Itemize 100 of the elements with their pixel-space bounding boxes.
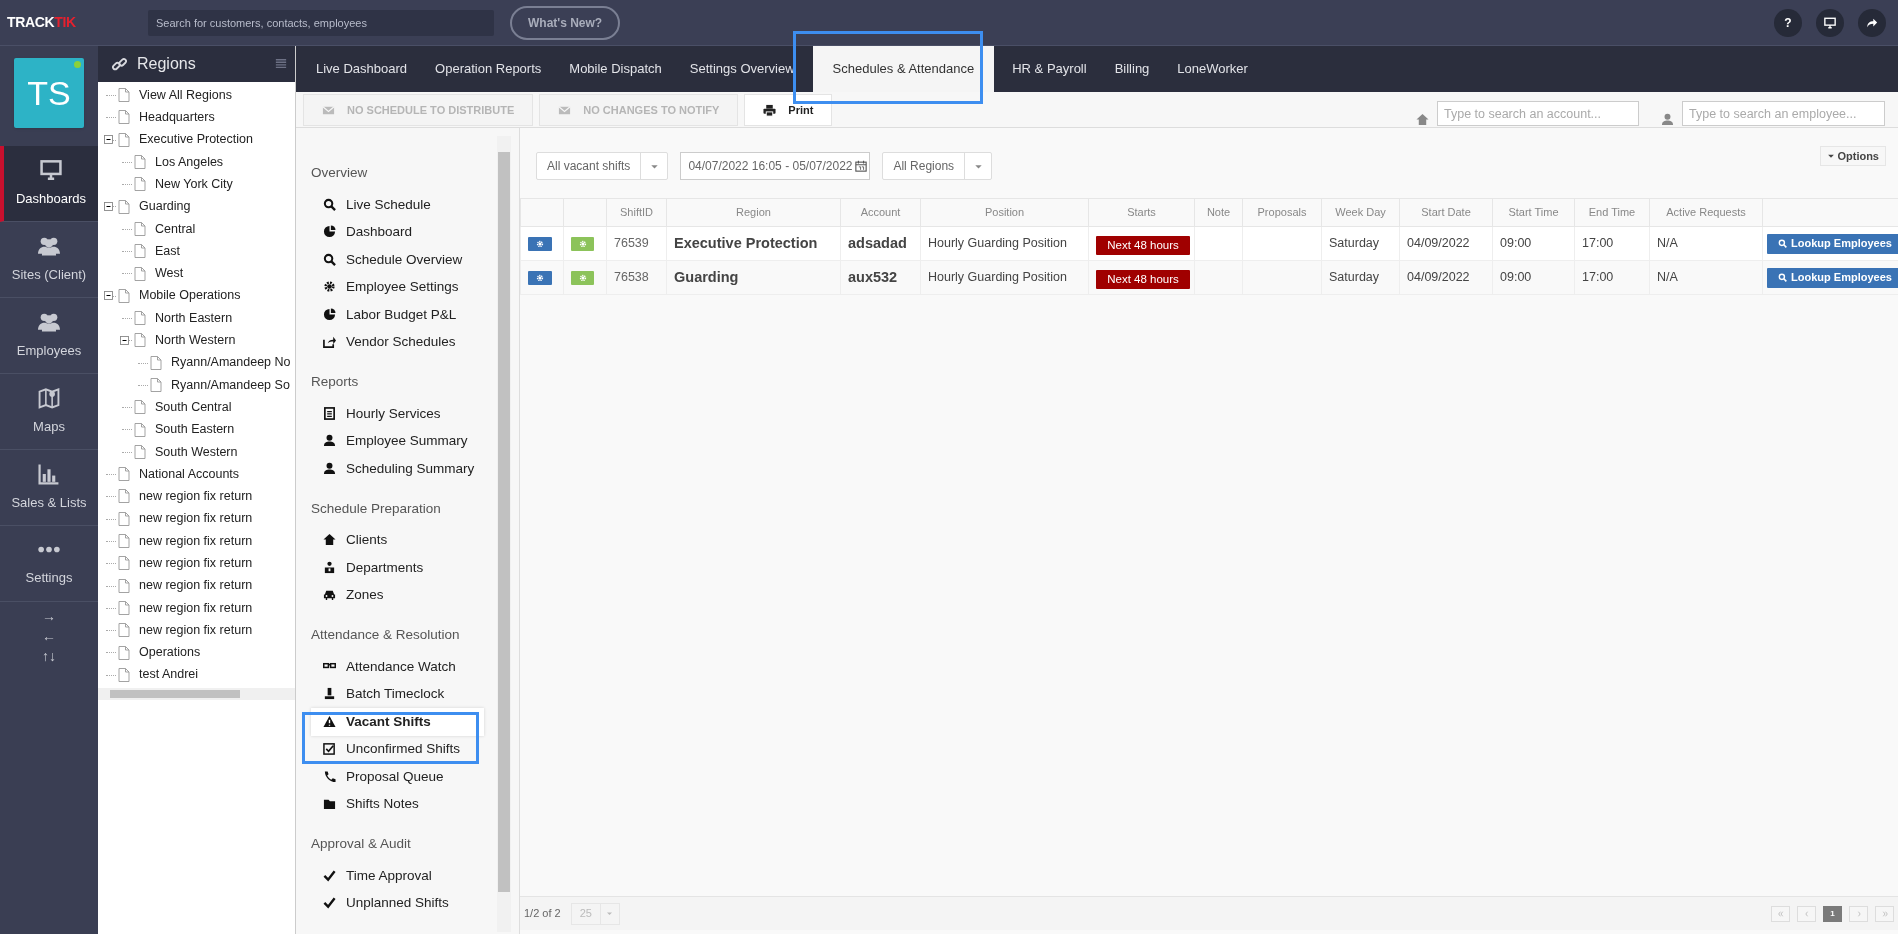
last-page-button[interactable]: [1875, 905, 1894, 922]
tree-item[interactable]: new region fix return: [139, 554, 253, 573]
tab[interactable]: HR & Payroll: [998, 46, 1101, 92]
tree-item[interactable]: South Eastern: [155, 420, 235, 439]
column-header[interactable]: Region: [666, 198, 841, 227]
first-page-button[interactable]: [1771, 905, 1790, 922]
tree-item[interactable]: Central: [155, 219, 196, 239]
next-page-button[interactable]: [1849, 905, 1868, 922]
menu-item[interactable]: Batch Timeclock: [311, 680, 484, 708]
menu-item[interactable]: Labor Budget P&L: [311, 301, 484, 329]
search-icon: [323, 197, 336, 211]
menu-item[interactable]: Unconfirmed Shifts: [311, 735, 484, 763]
monitor-button[interactable]: [1816, 8, 1844, 37]
menu-item[interactable]: Vendor Schedules: [311, 328, 484, 356]
tree-item[interactable]: Ryann/Amandeep So: [171, 375, 290, 395]
menu-item[interactable]: Zones: [311, 581, 484, 609]
nav-item[interactable]: Dashboards: [0, 146, 98, 222]
menu-item[interactable]: Attendance Watch: [311, 653, 484, 681]
help-button[interactable]: ?: [1774, 8, 1802, 37]
column-header[interactable]: Starts: [1088, 198, 1195, 227]
column-header[interactable]: End Time: [1574, 198, 1650, 227]
menu-item[interactable]: Scheduling Summary: [311, 455, 484, 483]
tab[interactable]: LoneWorker: [1163, 46, 1262, 92]
tree-item[interactable]: new region fix return: [139, 531, 253, 551]
tree-item[interactable]: South Western: [155, 442, 238, 462]
lookup-employees-button[interactable]: Lookup Employees: [1767, 267, 1898, 288]
tree-item[interactable]: North Western: [155, 331, 236, 350]
menu-item[interactable]: Shifts Notes: [311, 790, 484, 818]
arrow-button[interactable]: ↑↓: [42, 646, 56, 666]
tab[interactable]: Live Dashboard: [302, 46, 422, 92]
column-header[interactable]: Proposals: [1242, 198, 1322, 227]
menu-item[interactable]: Clients: [311, 526, 484, 554]
previous-page-button[interactable]: [1797, 905, 1816, 922]
column-header[interactable]: Note: [1194, 198, 1243, 227]
arrow-button[interactable]: →: [42, 606, 56, 626]
column-header[interactable]: ShiftID: [606, 198, 667, 227]
column-header[interactable]: Position: [920, 198, 1089, 227]
tree-item[interactable]: Headquarters: [139, 108, 215, 127]
tree-item[interactable]: Executive Protection: [139, 130, 253, 150]
column-header[interactable]: Active Requests: [1649, 198, 1763, 227]
tree-item[interactable]: Mobile Operations: [139, 286, 241, 306]
tree-item[interactable]: new region fix return: [139, 487, 253, 506]
tab[interactable]: Mobile Dispatch: [555, 46, 676, 92]
tab[interactable]: Schedules & Attendance: [812, 46, 995, 92]
document-icon: [133, 400, 147, 415]
tree-item[interactable]: new region fix return: [139, 598, 253, 618]
menu-item[interactable]: Time Approval: [311, 862, 484, 890]
tree-item[interactable]: South Central: [155, 397, 232, 417]
tree-item[interactable]: New York City: [155, 174, 233, 194]
tree-item[interactable]: Ryann/Amandeep No: [171, 353, 291, 373]
tree-item[interactable]: test Andrei: [139, 665, 199, 685]
arrow-button[interactable]: ←: [42, 626, 56, 646]
column-header[interactable]: Start Time: [1492, 198, 1575, 227]
document-icon: [133, 177, 147, 192]
settings-button[interactable]: [528, 236, 552, 251]
menu-item[interactable]: Schedule Overview: [311, 246, 484, 274]
tree-item[interactable]: West: [155, 264, 184, 283]
toolbar-button[interactable]: Print: [744, 94, 833, 126]
settings-button[interactable]: [528, 270, 552, 285]
menu-item[interactable]: Employee Settings: [311, 273, 484, 301]
region-filter-dropdown[interactable]: All Regions: [882, 152, 993, 180]
date-range-field[interactable]: 04/07/2022 16:05 - 05/07/2022: [680, 152, 871, 180]
tree-item[interactable]: National Accounts: [139, 464, 240, 484]
share-button[interactable]: [1858, 8, 1886, 37]
tab[interactable]: Operation Reports: [421, 46, 556, 92]
menu-item[interactable]: Proposal Queue: [311, 763, 484, 791]
column-header[interactable]: Week Day: [1321, 198, 1400, 227]
menu-item[interactable]: Departments: [311, 554, 484, 582]
tree-item[interactable]: Operations: [139, 643, 201, 662]
column-header[interactable]: Start Date: [1399, 198, 1493, 227]
shift-filter-dropdown[interactable]: All vacant shifts: [536, 152, 669, 180]
menu-item[interactable]: Dashboard: [311, 218, 484, 246]
tree-item[interactable]: new region fix return: [139, 509, 253, 529]
employee-search-field[interactable]: Type to search an employee...: [1682, 101, 1885, 126]
horizontal-scrollbar[interactable]: [98, 688, 295, 700]
tree-item[interactable]: Guarding: [139, 197, 191, 216]
logo[interactable]: TRACKTIK: [7, 12, 148, 33]
options-button[interactable]: Options: [1820, 146, 1886, 166]
tree-item[interactable]: East: [155, 241, 180, 261]
page-button[interactable]: 1: [1823, 905, 1842, 922]
search-field[interactable]: Search for customers, contacts, employees: [148, 9, 494, 36]
tab[interactable]: Settings Overview: [675, 46, 809, 92]
tree-item[interactable]: North Eastern: [155, 308, 233, 328]
tree-item[interactable]: new region fix return: [139, 576, 253, 596]
tree-item[interactable]: new region fix return: [139, 620, 253, 640]
whats-new-button[interactable]: What's New?: [510, 5, 621, 40]
account-search-field[interactable]: Type to search an account...: [1437, 101, 1639, 126]
menu-item[interactable]: Employee Summary: [311, 427, 484, 455]
menu-item[interactable]: Live Schedule: [311, 191, 484, 219]
vertical-scrollbar[interactable]: [497, 136, 511, 932]
menu-item[interactable]: Hourly Services: [311, 400, 484, 428]
tree-item[interactable]: View All Regions: [139, 85, 232, 105]
lookup-employees-button[interactable]: Lookup Employees: [1767, 233, 1898, 254]
document-icon: [133, 422, 147, 437]
clock-button[interactable]: [571, 236, 594, 251]
document-icon: [117, 623, 131, 638]
tab[interactable]: Billing: [1100, 46, 1164, 92]
clock-button[interactable]: [571, 270, 594, 285]
tree-item[interactable]: Los Angeles: [155, 152, 224, 172]
menu-item[interactable]: Unplanned Shifts: [311, 889, 484, 917]
